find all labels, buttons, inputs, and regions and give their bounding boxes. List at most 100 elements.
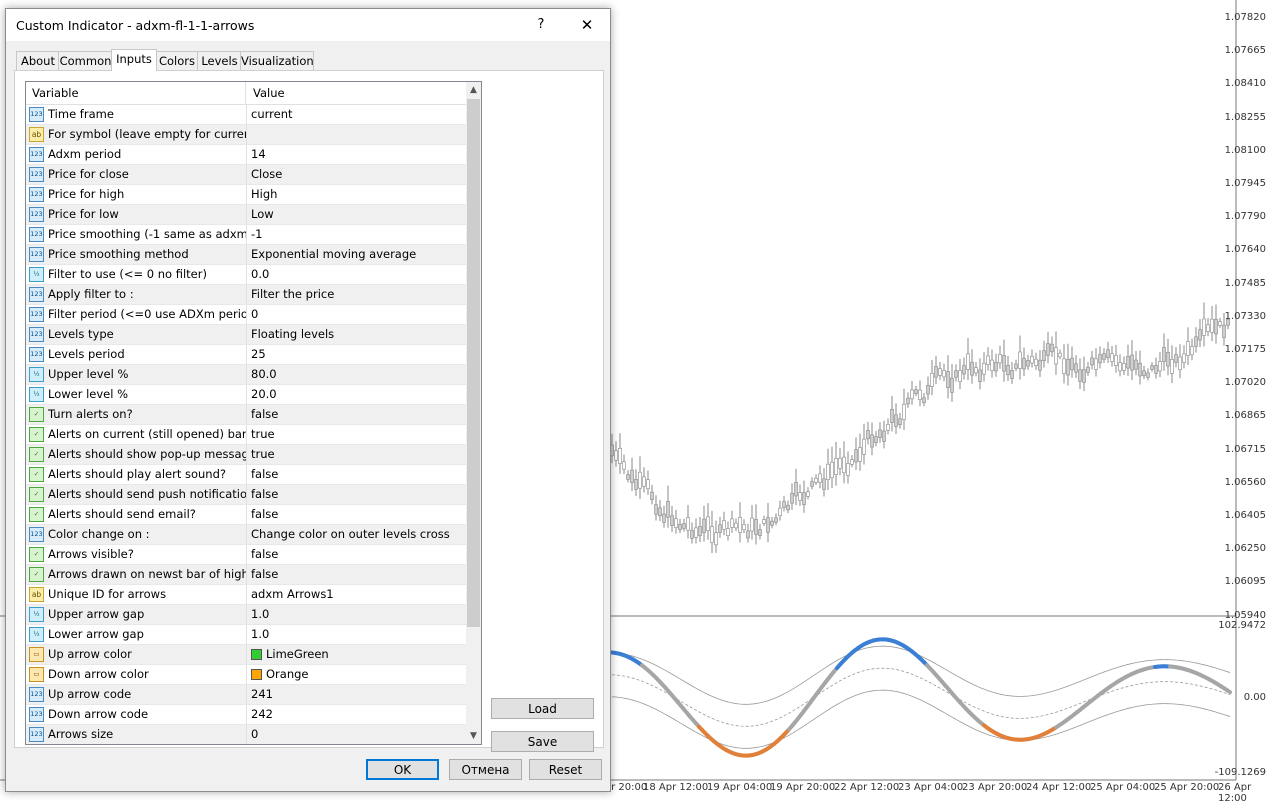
value-cell[interactable]: 1.0 [247, 625, 465, 644]
input-row[interactable]: abUnique ID for arrowsadxm Arrows1 [26, 585, 466, 605]
value-text: 1.0 [251, 605, 269, 624]
input-row[interactable]: ✓Alerts on current (still opened) bar?tr… [26, 425, 466, 445]
value-cell[interactable]: adxm Arrows1 [247, 585, 465, 604]
input-row[interactable]: ½Filter to use (<= 0 no filter)0.0 [26, 265, 466, 285]
value-cell[interactable]: LimeGreen [247, 645, 465, 664]
candle-body [895, 415, 898, 427]
value-cell[interactable]: 80.0 [247, 365, 465, 384]
value-cell[interactable]: Exponential moving average [247, 245, 465, 264]
load-button[interactable]: Load [491, 698, 594, 719]
input-row[interactable]: 123Apply filter to :Filter the price [26, 285, 466, 305]
input-row[interactable]: ½Lower arrow gap1.0 [26, 625, 466, 645]
value-cell[interactable]: Floating levels [247, 325, 465, 344]
value-cell[interactable]: false [247, 405, 465, 424]
candle-body [731, 519, 734, 527]
input-row[interactable]: ✓Alerts should send push notification?fa… [26, 485, 466, 505]
cancel-button[interactable]: Отмена [449, 759, 522, 780]
tab-common[interactable]: Common [58, 51, 113, 70]
candle-body [1183, 354, 1186, 363]
input-row[interactable]: ✓Alerts should send email?false [26, 505, 466, 525]
input-row[interactable]: 123Price smoothing (-1 same as adxm peri… [26, 225, 466, 245]
input-row[interactable]: 123Up arrow code241 [26, 685, 466, 705]
value-cell[interactable]: Orange [247, 665, 465, 684]
value-cell[interactable]: 242 [247, 705, 465, 724]
value-cell[interactable]: Filter the price [247, 285, 465, 304]
input-row[interactable]: ✓Turn alerts on?false [26, 405, 466, 425]
tab-colors[interactable]: Colors [155, 51, 199, 70]
value-cell[interactable]: current [247, 105, 465, 124]
candle-body [643, 477, 646, 486]
value-text: 0.0 [251, 265, 269, 284]
scroll-thumb[interactable] [467, 99, 480, 627]
variable-cell: ✓Alerts should send push notification? [26, 485, 247, 504]
input-row[interactable]: ½Lower level %20.0 [26, 385, 466, 405]
candle-body [1127, 356, 1130, 368]
input-row[interactable]: 123Levels period25 [26, 345, 466, 365]
input-row[interactable]: ▭Down arrow colorOrange [26, 665, 466, 685]
input-row[interactable]: 123Filter period (<=0 use ADXm period)0 [26, 305, 466, 325]
input-row[interactable]: 123Price smoothing methodExponential mov… [26, 245, 466, 265]
value-cell[interactable]: 241 [247, 685, 465, 704]
input-row[interactable]: 123Price for lowLow [26, 205, 466, 225]
header-variable[interactable]: Variable [26, 82, 246, 104]
input-row[interactable]: 123Adxm period14 [26, 145, 466, 165]
ok-button[interactable]: OK [366, 759, 439, 780]
grid-scrollbar[interactable]: ▲ ▼ [466, 82, 481, 744]
value-cell[interactable]: Low [247, 205, 465, 224]
variable-name: Levels type [48, 325, 114, 344]
input-row[interactable]: 123Down arrow code242 [26, 705, 466, 725]
tab-levels[interactable]: Levels [197, 51, 242, 70]
help-button[interactable]: ? [526, 15, 556, 35]
candle-body [743, 524, 746, 529]
input-row[interactable]: 123Color change on :Change color on oute… [26, 525, 466, 545]
value-cell[interactable]: Change color on outer levels cross [247, 525, 465, 544]
input-row[interactable]: 123Price for closeClose [26, 165, 466, 185]
variable-name: Filter to use (<= 0 no filter) [48, 265, 207, 284]
value-cell[interactable]: -1 [247, 225, 465, 244]
dialog-titlebar[interactable]: Custom Indicator - adxm-fl-1-1-arrows ? … [6, 9, 610, 41]
value-cell[interactable] [247, 125, 465, 144]
value-cell[interactable]: Close [247, 165, 465, 184]
input-row[interactable]: ½Upper level %80.0 [26, 365, 466, 385]
int-type-icon: 123 [29, 327, 44, 342]
input-row[interactable]: ✓Arrows visible?false [26, 545, 466, 565]
value-text: High [251, 185, 277, 204]
scroll-down-arrow-icon[interactable]: ▼ [466, 728, 481, 744]
header-value[interactable]: Value [247, 82, 465, 104]
reset-button[interactable]: Reset [529, 759, 602, 780]
value-cell[interactable]: true [247, 425, 465, 444]
value-cell[interactable]: false [247, 565, 465, 584]
value-cell[interactable]: 0.0 [247, 265, 465, 284]
input-row[interactable]: 123Arrows size0 [26, 725, 466, 745]
input-row[interactable]: abFor symbol (leave empty for current ch… [26, 125, 466, 145]
value-cell[interactable]: false [247, 465, 465, 484]
value-cell[interactable]: 14 [247, 145, 465, 164]
value-cell[interactable]: false [247, 485, 465, 504]
value-cell[interactable]: 1.0 [247, 605, 465, 624]
input-row[interactable]: ✓Alerts should play alert sound?false [26, 465, 466, 485]
variable-cell: 123Price smoothing (-1 same as adxm peri… [26, 225, 247, 244]
value-cell[interactable]: false [247, 545, 465, 564]
input-row[interactable]: ✓Arrows drawn on newst bar of higher ti.… [26, 565, 466, 585]
tab-visualization[interactable]: Visualization [240, 51, 314, 70]
scroll-up-arrow-icon[interactable]: ▲ [466, 82, 481, 98]
input-row[interactable]: 123Price for highHigh [26, 185, 466, 205]
value-cell[interactable]: 0 [247, 725, 465, 744]
value-cell[interactable]: 0 [247, 305, 465, 324]
value-cell[interactable]: true [247, 445, 465, 464]
input-row[interactable]: 123Time framecurrent [26, 105, 466, 125]
candle-body [1107, 350, 1110, 358]
value-cell[interactable]: High [247, 185, 465, 204]
save-button[interactable]: Save [491, 731, 594, 752]
input-row[interactable]: 123 Levels type Floating levels [26, 325, 466, 345]
input-row[interactable]: ✓Alerts should show pop-up message?true [26, 445, 466, 465]
tab-about[interactable]: About [16, 51, 60, 70]
value-cell[interactable]: 25 [247, 345, 465, 364]
tab-inputs[interactable]: Inputs [111, 49, 157, 71]
close-button[interactable]: ✕ [572, 15, 602, 35]
value-cell[interactable]: false [247, 505, 465, 524]
value-cell[interactable]: 20.0 [247, 385, 465, 404]
candle-body [779, 508, 782, 516]
input-row[interactable]: ▭Up arrow colorLimeGreen [26, 645, 466, 665]
input-row[interactable]: ½Upper arrow gap1.0 [26, 605, 466, 625]
